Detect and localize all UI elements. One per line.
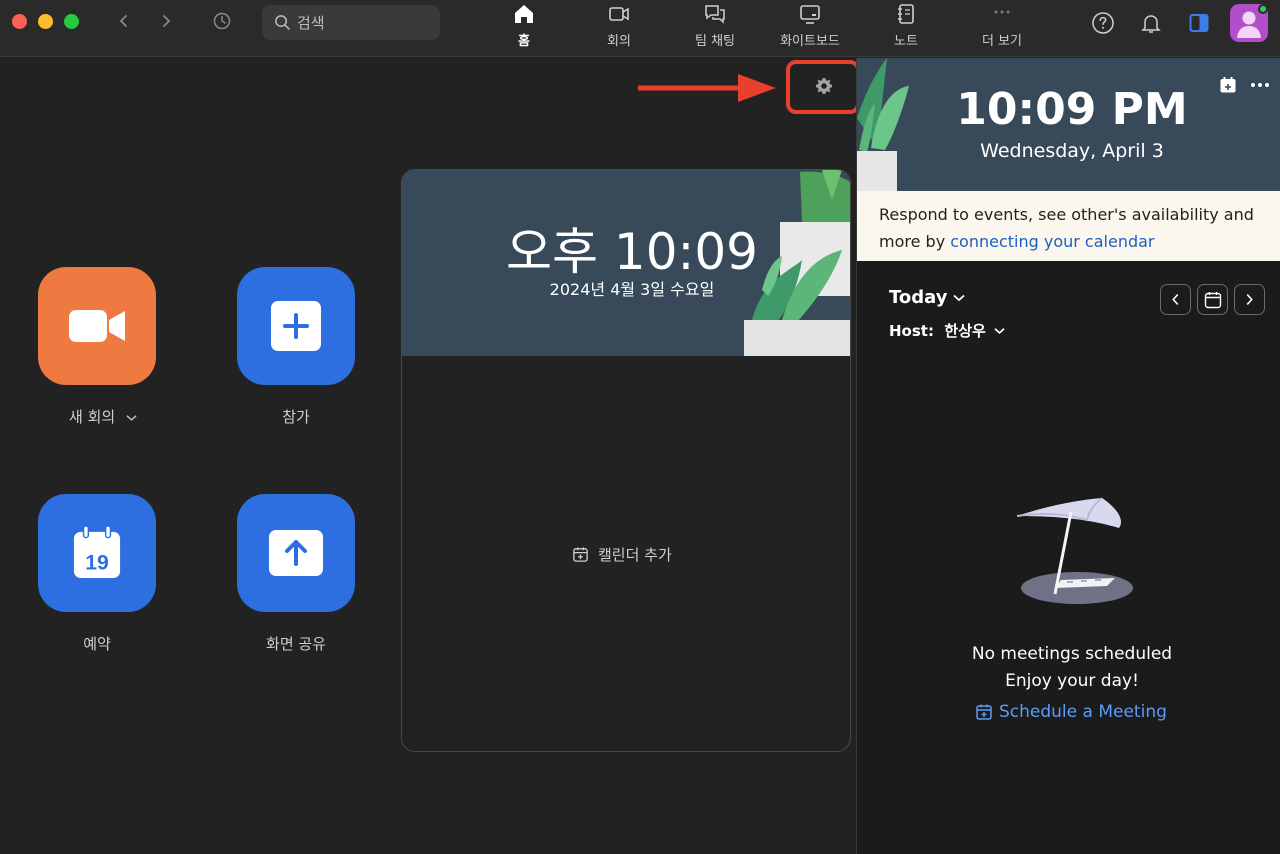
toggle-sidebar-button[interactable] bbox=[1186, 10, 1212, 36]
forward-button[interactable] bbox=[155, 10, 177, 32]
history-icon bbox=[213, 12, 231, 30]
connect-calendar-link[interactable]: connecting your calendar bbox=[950, 232, 1154, 251]
schedule-meeting-label: Schedule a Meeting bbox=[999, 702, 1167, 722]
calendar-picker-button[interactable] bbox=[1197, 284, 1228, 315]
today-label: Today bbox=[889, 287, 948, 308]
calendar-add-icon bbox=[976, 704, 992, 720]
video-icon bbox=[606, 2, 632, 26]
more-icon bbox=[989, 2, 1015, 26]
clock-time: 오후 10:09 bbox=[506, 223, 758, 281]
chevron-down-icon bbox=[994, 327, 1005, 334]
tab-whiteboard[interactable]: 화이트보드 bbox=[776, 2, 844, 50]
minimize-window-button[interactable] bbox=[38, 14, 53, 29]
new-meeting-label[interactable]: 새 회의 bbox=[23, 406, 183, 427]
today-dropdown[interactable]: Today bbox=[889, 287, 966, 308]
tab-home-label: 홈 bbox=[518, 34, 530, 49]
clock-card: 오후 10:09 2024년 4월 3일 수요일 캘린더 추가 bbox=[401, 169, 851, 752]
add-event-button[interactable] bbox=[1217, 74, 1239, 96]
history-button[interactable] bbox=[211, 10, 233, 32]
tab-whiteboard-label: 화이트보드 bbox=[780, 34, 840, 49]
tab-notes[interactable]: 노트 bbox=[886, 2, 926, 50]
search-icon bbox=[275, 15, 290, 30]
calendar-add-icon bbox=[1220, 77, 1236, 93]
right-panel: 10:09 PM Wednesday, April 3 Respond to e… bbox=[856, 58, 1280, 854]
more-options-button[interactable] bbox=[1249, 74, 1271, 96]
avatar[interactable] bbox=[1230, 4, 1268, 42]
chevron-down-icon bbox=[126, 415, 137, 421]
new-meeting-button[interactable] bbox=[38, 267, 156, 385]
video-camera-icon bbox=[69, 310, 125, 342]
online-status-dot bbox=[1258, 4, 1268, 14]
schedule-meeting-link[interactable]: Schedule a Meeting bbox=[975, 702, 1167, 722]
chevron-right-icon bbox=[163, 15, 171, 27]
previous-day-button[interactable] bbox=[1160, 284, 1191, 315]
help-icon bbox=[1092, 12, 1114, 34]
schedule-button[interactable]: 19 bbox=[38, 494, 156, 612]
calendar-notice: Respond to events, see other's availabil… bbox=[857, 191, 1280, 261]
host-label: Host: 한상우 bbox=[889, 322, 986, 340]
notes-icon bbox=[893, 2, 919, 26]
calendar-add-icon bbox=[573, 547, 588, 562]
add-calendar-button[interactable]: 캘린더 추가 bbox=[572, 544, 672, 565]
annotation-arrow bbox=[636, 70, 786, 110]
tab-team-chat[interactable]: 팀 채팅 bbox=[688, 2, 742, 50]
search-input[interactable] bbox=[297, 13, 427, 32]
tab-team-chat-label: 팀 채팅 bbox=[694, 34, 735, 49]
calendar-icon: 19 bbox=[73, 526, 121, 578]
zoom-window-button[interactable] bbox=[64, 14, 79, 29]
calendar-icon bbox=[1204, 291, 1221, 308]
tab-home[interactable]: 홈 bbox=[504, 2, 544, 50]
calendar-day-number: 19 bbox=[85, 551, 109, 574]
chat-icon bbox=[702, 2, 728, 26]
sidebar-icon bbox=[1189, 14, 1209, 32]
chevron-left-icon bbox=[119, 15, 127, 27]
share-arrow-icon bbox=[269, 530, 323, 576]
tab-meetings-label: 회의 bbox=[607, 34, 631, 49]
whiteboard-icon bbox=[797, 2, 823, 26]
schedule-label[interactable]: 예약 bbox=[17, 633, 177, 654]
right-banner: 10:09 PM Wednesday, April 3 bbox=[857, 58, 1280, 191]
right-clock-date: Wednesday, April 3 bbox=[980, 140, 1164, 162]
bell-icon bbox=[1141, 15, 1161, 33]
settings-button[interactable] bbox=[808, 70, 840, 102]
tab-more[interactable]: 더 보기 bbox=[976, 2, 1028, 50]
tab-notes-label: 노트 bbox=[894, 34, 918, 49]
empty-state-title: No meetings scheduled bbox=[971, 644, 1173, 664]
notifications-button[interactable] bbox=[1138, 10, 1164, 36]
ellipsis-icon bbox=[1251, 83, 1269, 87]
join-label[interactable]: 참가 bbox=[216, 406, 376, 427]
next-day-button[interactable] bbox=[1234, 284, 1265, 315]
close-window-button[interactable] bbox=[12, 14, 27, 29]
help-button[interactable] bbox=[1090, 10, 1116, 36]
beach-umbrella-illustration bbox=[1007, 494, 1147, 618]
new-meeting-text: 새 회의 bbox=[69, 408, 116, 426]
add-calendar-label: 캘린더 추가 bbox=[598, 546, 672, 564]
home-icon bbox=[511, 2, 537, 26]
share-screen-button[interactable] bbox=[237, 494, 355, 612]
search-box[interactable] bbox=[262, 5, 440, 40]
tab-meetings[interactable]: 회의 bbox=[598, 2, 640, 50]
gear-icon bbox=[816, 78, 832, 94]
plus-icon bbox=[271, 301, 321, 351]
back-button[interactable] bbox=[113, 10, 135, 32]
empty-state-subtitle: Enjoy your day! bbox=[1005, 671, 1139, 691]
join-button[interactable] bbox=[237, 267, 355, 385]
host-dropdown[interactable]: Host: 한상우 bbox=[889, 320, 1005, 341]
clock-date: 2024년 4월 3일 수요일 bbox=[549, 280, 715, 299]
share-screen-label[interactable]: 화면 공유 bbox=[216, 633, 376, 654]
chevron-down-icon bbox=[953, 294, 966, 301]
chevron-right-icon bbox=[1246, 294, 1253, 305]
chevron-left-icon bbox=[1172, 294, 1179, 305]
title-bar: 홈 회의 팀 채팅 화이트보드 노트 더 보기 bbox=[0, 0, 1280, 57]
clock-banner: 오후 10:09 2024년 4월 3일 수요일 bbox=[402, 170, 850, 356]
tab-more-label: 더 보기 bbox=[981, 34, 1022, 49]
